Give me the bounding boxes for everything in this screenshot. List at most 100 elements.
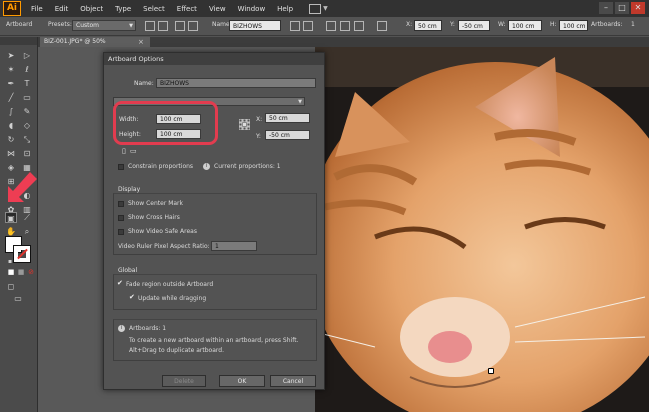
x-field[interactable]: 50 cm [414, 20, 442, 31]
rectangle-tool-icon[interactable]: ▭ [21, 92, 33, 103]
pen-tool-icon[interactable]: ✒ [5, 78, 17, 89]
screen-mode-icon[interactable]: ▭ [12, 293, 24, 304]
constrain-proportions-checkbox[interactable] [118, 164, 124, 170]
width-tool-icon[interactable]: ⋈ [5, 148, 17, 159]
menu-select[interactable]: Select [137, 5, 171, 13]
close-icon[interactable]: × [138, 37, 144, 47]
none-mode-icon[interactable]: ⊘ [25, 267, 37, 278]
info-icon: i [118, 325, 125, 332]
document-tab[interactable]: BIZ-001.JPG* @ 50% (CMYK/Preview) [40, 37, 150, 55]
video-ruler-field[interactable]: 1 [211, 241, 257, 251]
video-safe-areas-icon[interactable] [354, 21, 364, 31]
orientation-portrait-icon[interactable]: ▯ [122, 147, 126, 155]
x-label: X: [406, 21, 413, 28]
current-proportions-text: Current proportions: 1 [214, 163, 281, 170]
menu-window[interactable]: Window [232, 5, 272, 13]
artboard-handle[interactable] [488, 368, 494, 374]
y-label: Y: [450, 21, 455, 28]
direct-selection-tool-icon[interactable]: ▷ [21, 50, 33, 61]
fade-region-label: Fade region outside Artboard [126, 281, 214, 288]
info-icon: i [203, 163, 210, 170]
show-cross-hairs-icon[interactable] [340, 21, 350, 31]
display-group-title: Display [118, 186, 141, 193]
tool-name-label: Artboard [6, 21, 33, 28]
free-transform-tool-icon[interactable]: ⊡ [21, 148, 33, 159]
fade-region-checkbox[interactable]: ✔ [117, 279, 123, 287]
show-cross-hairs-label: Show Cross Hairs [128, 214, 180, 221]
menu-type[interactable]: Type [109, 5, 137, 13]
ok-button[interactable]: OK [219, 375, 265, 387]
show-cross-hairs-checkbox[interactable] [118, 215, 124, 221]
delete-button[interactable]: Delete [162, 375, 206, 387]
show-center-mark-icon[interactable] [326, 21, 336, 31]
show-video-safe-checkbox[interactable] [118, 229, 124, 235]
close-window-button[interactable]: ✕ [631, 2, 645, 14]
kitten-image [315, 47, 649, 412]
menu-effect[interactable]: Effect [171, 5, 203, 13]
move-copy-artwork-icon[interactable] [290, 21, 300, 31]
height-field[interactable]: 100 cm [559, 20, 588, 31]
zoom-tool-icon[interactable]: ⌕ [21, 226, 33, 237]
chevron-down-icon: ▼ [298, 99, 302, 105]
portrait-orientation-icon[interactable] [158, 21, 168, 31]
width-field[interactable]: 100 cm [508, 20, 542, 31]
x-field[interactable]: 50 cm [265, 113, 310, 123]
control-bar: Artboard Presets: Custom ▼ Name: BIZHOWS… [0, 17, 649, 36]
eraser-tool-icon[interactable]: ◇ [21, 120, 33, 131]
y-field[interactable]: -50 cm [458, 20, 490, 31]
reference-point-icon[interactable] [239, 119, 250, 130]
artboard-tool-icon[interactable]: ▣ [5, 212, 17, 223]
selection-tool-icon[interactable]: ➤ [5, 50, 17, 61]
paintbrush-tool-icon[interactable]: ∫ [5, 106, 17, 117]
artboard-name-field[interactable]: BIZHOWS [229, 20, 281, 31]
x-label: X: [256, 116, 263, 123]
artboard-name-field[interactable]: BIZHOWS [156, 78, 316, 88]
cancel-button[interactable]: Cancel [270, 375, 316, 387]
update-dragging-checkbox[interactable]: ✔ [129, 293, 135, 301]
landscape-orientation-icon[interactable] [145, 21, 155, 31]
menu-help[interactable]: Help [271, 5, 299, 13]
show-video-safe-label: Show Video Safe Areas [128, 228, 197, 235]
lasso-tool-icon[interactable]: ℓ [21, 64, 33, 75]
illustrator-logo: Ai [3, 1, 21, 16]
window-controls: – □ ✕ [599, 2, 645, 14]
show-center-mark-checkbox[interactable] [118, 201, 124, 207]
tools-grip[interactable] [0, 37, 37, 45]
scale-tool-icon[interactable]: ⤡ [21, 134, 33, 145]
rotate-tool-icon[interactable]: ↻ [5, 134, 17, 145]
menu-file[interactable]: File [21, 5, 49, 13]
menu-view[interactable]: View [203, 5, 232, 13]
chevron-down-icon[interactable]: ▼ [323, 5, 328, 12]
new-artboard-icon[interactable] [175, 21, 185, 31]
workspace-switcher-icon[interactable] [309, 3, 322, 14]
menu-object[interactable]: Object [74, 5, 109, 13]
slice-tool-icon[interactable]: ⟋ [21, 212, 33, 223]
w-label: W: [498, 21, 506, 28]
help-text-line-1: To create a new artboard within an artbo… [129, 337, 299, 344]
y-label: Y: [256, 133, 261, 140]
presets-select[interactable]: Custom ▼ [72, 20, 136, 31]
dialog-title: Artboard Options [104, 53, 324, 65]
maximize-button[interactable]: □ [615, 2, 629, 14]
global-group-title: Global [118, 267, 138, 274]
y-field[interactable]: -50 cm [265, 130, 310, 140]
artboards-count-label: Artboards: [591, 21, 623, 28]
delete-artboard-icon[interactable] [188, 21, 198, 31]
document-tab-bar: BIZ-001.JPG* @ 50% (CMYK/Preview) × [38, 37, 649, 55]
orientation-landscape-icon[interactable]: ▭ [130, 147, 137, 155]
minimize-button[interactable]: – [599, 2, 613, 14]
default-colors-icon[interactable]: ▪ [4, 256, 16, 267]
draw-normal-icon[interactable]: ◻ [5, 281, 17, 292]
magic-wand-tool-icon[interactable]: ✶ [5, 64, 17, 75]
menu-edit[interactable]: Edit [49, 5, 75, 13]
reference-point-icon[interactable] [377, 21, 387, 31]
artboard-options-icon[interactable] [303, 21, 313, 31]
pencil-tool-icon[interactable]: ✎ [21, 106, 33, 117]
line-tool-icon[interactable]: ╱ [5, 92, 17, 103]
type-tool-icon[interactable]: T [21, 78, 33, 89]
annotation-arrow-icon [8, 172, 37, 202]
constrain-proportions-label: Constrain proportions [128, 163, 194, 170]
blob-brush-tool-icon[interactable]: ◖ [5, 120, 17, 131]
update-dragging-label: Update while dragging [138, 295, 207, 302]
presets-label: Presets: [48, 21, 72, 28]
